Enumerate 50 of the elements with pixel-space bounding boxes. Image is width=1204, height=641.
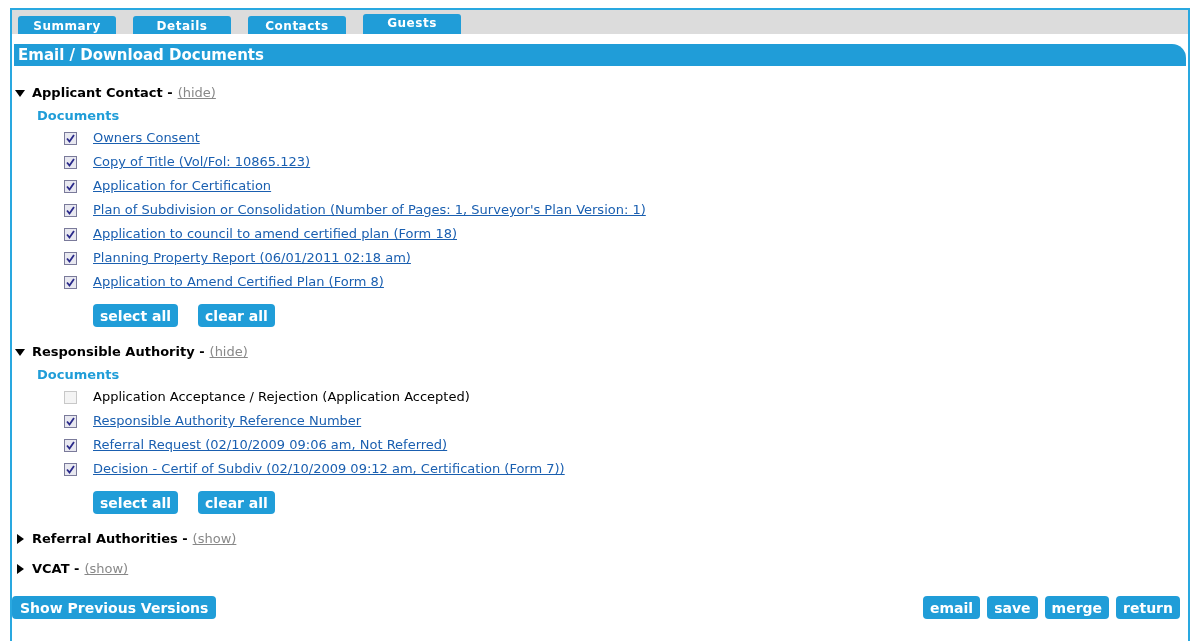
toggle-link[interactable]: (hide) [209, 342, 248, 362]
tab[interactable]: Contacts [248, 16, 346, 34]
document-link[interactable]: Referral Request (02/10/2009 09:06 am, Not Referred) [93, 435, 448, 455]
document-link[interactable]: Copy of Title (Vol/Fol: 10865.123) [93, 152, 311, 172]
caret-down-icon[interactable] [14, 346, 26, 358]
document-link[interactable]: Planning Property Report (06/01/2011 02:18 am) [93, 248, 411, 268]
checkbox[interactable] [64, 155, 77, 169]
clear-all-button[interactable]: clear all [198, 304, 275, 327]
caret-down-icon[interactable] [14, 87, 26, 99]
action-button[interactable]: merge [1044, 596, 1110, 619]
toggle-link[interactable]: (show) [192, 529, 237, 549]
section-header: Email / Download Documents [14, 44, 1186, 66]
document-link[interactable]: Application for Certification [93, 176, 272, 196]
action-button[interactable]: email [923, 596, 981, 619]
document-label: Application Acceptance / Rejection (Application Accepted) [93, 388, 470, 407]
tab[interactable]: Guests [363, 14, 461, 34]
checkbox[interactable] [64, 438, 77, 452]
section-title: VCAT - [32, 560, 80, 579]
section-title: Applicant Contact - [32, 84, 173, 103]
document-link[interactable]: Decision - Certif of Subdiv (02/10/2009 09:12 am, Certification (Form 7)) [93, 459, 565, 479]
action-button[interactable]: return [1116, 596, 1180, 619]
checkbox[interactable] [64, 414, 77, 428]
documents-subheading: Documents [37, 107, 121, 125]
caret-right-icon[interactable] [14, 563, 26, 575]
checkbox[interactable] [64, 462, 77, 476]
checkbox[interactable] [64, 179, 77, 193]
checkbox[interactable] [64, 275, 77, 289]
clear-all-button[interactable]: clear all [198, 491, 275, 514]
documents-subheading: Documents [37, 366, 121, 384]
checkbox[interactable] [64, 131, 77, 145]
caret-right-icon[interactable] [14, 533, 26, 545]
select-all-button[interactable]: select all [93, 304, 179, 327]
checkbox[interactable] [64, 203, 77, 217]
document-link[interactable]: Owners Consent [93, 128, 200, 148]
tab[interactable]: Summary [18, 16, 116, 34]
checkbox[interactable] [64, 390, 77, 404]
toggle-link[interactable]: (show) [84, 559, 129, 579]
section-title: Referral Authorities - [32, 530, 188, 549]
select-all-button[interactable]: select all [93, 491, 179, 514]
section-title: Responsible Authority - [32, 343, 205, 362]
show-previous-versions-button[interactable]: Show Previous Versions [12, 596, 217, 619]
document-link[interactable]: Application to council to amend certified plan (Form 18) [93, 224, 457, 244]
action-button[interactable]: save [987, 596, 1038, 619]
checkbox[interactable] [64, 251, 77, 265]
tab[interactable]: Details [133, 16, 231, 34]
checkbox[interactable] [64, 227, 77, 241]
document-link[interactable]: Responsible Authority Reference Number [93, 411, 362, 431]
toggle-link[interactable]: (hide) [177, 83, 216, 103]
document-link[interactable]: Plan of Subdivision or Consolidation (Number of Pages: 1, Surveyor's Plan Version: 1) [93, 200, 646, 220]
document-link[interactable]: Application to Amend Certified Plan (Form 8) [93, 272, 384, 292]
